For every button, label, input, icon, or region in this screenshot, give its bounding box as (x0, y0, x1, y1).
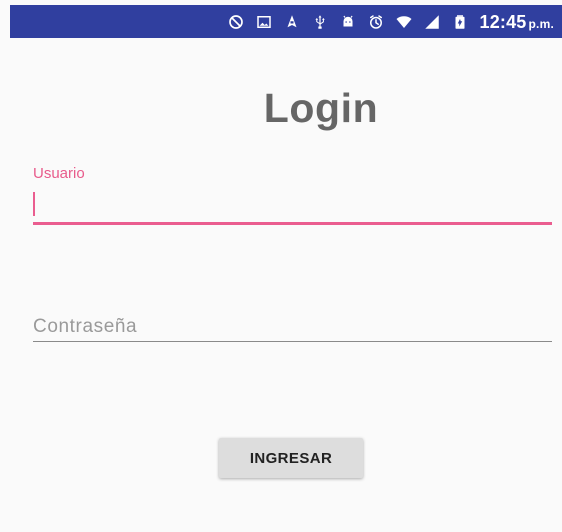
login-button[interactable]: INGRESAR (219, 438, 363, 478)
password-field (33, 312, 552, 342)
signal-icon (423, 13, 441, 31)
alarm-icon (367, 13, 385, 31)
status-time: 12:45 p.m. (479, 11, 554, 32)
wifi-icon (395, 13, 413, 31)
android-icon (339, 13, 357, 31)
page-title: Login (263, 85, 379, 131)
login-screen: 12:45 p.m. Login Usuario INGRESAR (0, 0, 562, 532)
navigation-icon (283, 13, 301, 31)
do-not-disturb-icon (227, 13, 245, 31)
username-input[interactable] (33, 191, 552, 225)
text-cursor (33, 192, 35, 216)
username-label: Usuario (33, 165, 85, 182)
password-input[interactable] (33, 312, 552, 342)
battery-icon (451, 13, 469, 31)
status-bar: 12:45 p.m. (10, 5, 562, 38)
image-icon (255, 13, 273, 31)
username-field: Usuario (33, 165, 552, 225)
usb-icon (311, 13, 329, 31)
